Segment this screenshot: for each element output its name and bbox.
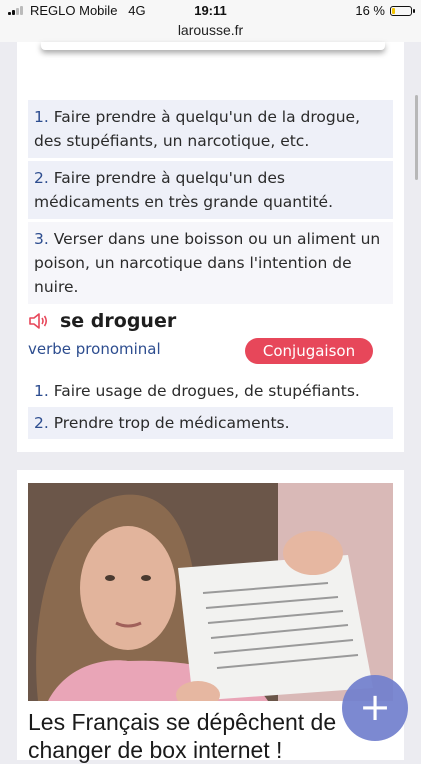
definition-list-pronominal: 1. Faire usage de drogues, de stupéfiant…	[28, 375, 393, 439]
definition-list: 1. Faire prendre à quelqu'un de la drogu…	[28, 100, 393, 307]
battery-icon	[390, 6, 415, 16]
speaker-icon[interactable]	[28, 312, 50, 330]
part-of-speech-link[interactable]: verbe pronominal	[28, 340, 161, 358]
definition-item: 2. Prendre trop de médicaments.	[28, 407, 393, 439]
plus-icon[interactable]: +	[342, 675, 408, 741]
status-bar: REGLO Mobile 4G 19:11 16 %	[0, 0, 421, 22]
ad-image[interactable]	[28, 483, 393, 701]
battery-percent: 16 %	[355, 3, 385, 18]
definition-item: 3. Verser dans une boisson ou un aliment…	[28, 222, 393, 304]
url-bar[interactable]: larousse.fr	[0, 22, 421, 42]
ad-photo	[28, 483, 393, 701]
entry-title: se droguer	[60, 310, 177, 332]
sticky-header-edge	[41, 42, 385, 50]
entry-header: se droguer	[28, 308, 176, 334]
definition-card: 1. Faire prendre à quelqu'un de la drogu…	[17, 42, 404, 452]
definition-item: 2. Faire prendre à quelqu'un des médicam…	[28, 161, 393, 219]
conjugation-button[interactable]: Conjugaison	[245, 338, 373, 364]
definition-item: 1. Faire prendre à quelqu'un de la drogu…	[28, 100, 393, 158]
scrollbar[interactable]	[415, 95, 418, 180]
definition-item: 1. Faire usage de drogues, de stupéfiant…	[34, 382, 360, 400]
